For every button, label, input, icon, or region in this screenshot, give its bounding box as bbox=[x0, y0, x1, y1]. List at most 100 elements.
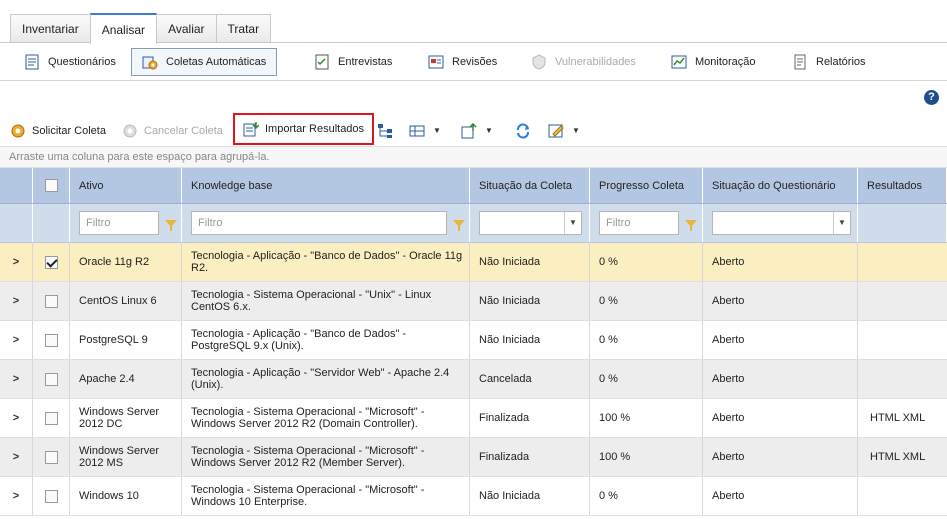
filter-input-ativo[interactable]: Filtro bbox=[79, 211, 159, 235]
import-results-label: Importar Resultados bbox=[265, 123, 365, 135]
expand-cell: > bbox=[0, 321, 33, 359]
cell-progresso: 0 % bbox=[590, 321, 703, 359]
subnav-entrevistas[interactable]: Entrevistas bbox=[314, 48, 392, 76]
cell-situacao-coleta: Cancelada bbox=[470, 360, 590, 398]
chevron-right-icon[interactable]: > bbox=[13, 412, 19, 424]
cell-situacao-coleta: Não Iniciada bbox=[470, 321, 590, 359]
help-icon[interactable]: ? bbox=[924, 90, 939, 105]
subnav-vulnerabilidades[interactable]: Vulnerabilidades bbox=[531, 48, 636, 76]
chevron-right-icon[interactable]: > bbox=[13, 334, 19, 346]
column-header-situacao-coleta[interactable]: Situação da Coleta bbox=[470, 168, 590, 203]
cell-knowledge-base: Tecnologia - Aplicação - "Banco de Dados… bbox=[182, 321, 470, 359]
columns-button[interactable]: ▼ bbox=[409, 117, 441, 144]
tab-analisar[interactable]: Analisar bbox=[89, 13, 158, 44]
refresh-button[interactable] bbox=[515, 117, 531, 144]
cell-resultados[interactable] bbox=[858, 477, 947, 515]
subnav-label: Relatórios bbox=[816, 56, 866, 68]
cell-resultados[interactable] bbox=[858, 321, 947, 359]
column-header-ativo[interactable]: Ativo bbox=[70, 168, 182, 203]
expand-cell: > bbox=[0, 282, 33, 320]
cell-resultados[interactable] bbox=[858, 282, 947, 320]
filter-icon[interactable] bbox=[685, 219, 697, 231]
expand-cell: > bbox=[0, 360, 33, 398]
row-checkbox[interactable] bbox=[44, 255, 58, 269]
report-icon bbox=[792, 54, 808, 70]
edit-button[interactable]: ▼ bbox=[548, 117, 580, 144]
table-row[interactable]: > CentOS Linux 6 Tecnologia - Sistema Oper… bbox=[0, 282, 947, 321]
export-button[interactable]: ▼ bbox=[461, 117, 493, 144]
filter-select-questionario[interactable]: ▼ bbox=[712, 211, 851, 235]
column-header-knowledge-base[interactable]: Knowledge base bbox=[182, 168, 470, 203]
cell-knowledge-base: Tecnologia - Aplicação - "Banco de Dados… bbox=[182, 243, 470, 281]
automatic-collection-icon bbox=[142, 54, 158, 70]
subnav-label: Entrevistas bbox=[338, 56, 393, 68]
expand-cell: > bbox=[0, 477, 33, 515]
column-header-resultados[interactable]: Resultados bbox=[858, 168, 947, 203]
subnav-coletas-automaticas[interactable]: Coletas Automáticas bbox=[131, 48, 278, 76]
review-icon bbox=[428, 54, 444, 70]
filter-input-progresso[interactable]: Filtro bbox=[599, 211, 679, 235]
table-row[interactable]: > Windows 10 Tecnologia - Sistema Operacio… bbox=[0, 477, 947, 516]
cell-resultados[interactable]: HTML XML bbox=[858, 399, 947, 437]
monitoring-icon bbox=[671, 54, 687, 70]
row-checkbox[interactable] bbox=[44, 411, 58, 425]
table-row[interactable]: > Oracle 11g R2 Tecnologia - Aplicação - "… bbox=[0, 243, 947, 282]
gear-icon bbox=[122, 123, 138, 139]
filter-spacer bbox=[0, 204, 33, 242]
subnav-monitoracao[interactable]: Monitoração bbox=[671, 48, 756, 76]
chevron-down-icon: ▼ bbox=[564, 212, 581, 234]
filter-input-kb[interactable]: Filtro bbox=[191, 211, 447, 235]
cancel-collection-button[interactable]: Cancelar Coleta bbox=[122, 117, 223, 144]
cell-progresso: 0 % bbox=[590, 243, 703, 281]
select-cell bbox=[33, 282, 70, 320]
tab-inventariar[interactable]: Inventariar bbox=[10, 14, 91, 43]
subnav-relatorios[interactable]: Relatórios bbox=[792, 48, 866, 76]
group-by-drop-area[interactable]: Arraste uma coluna para este espaço para… bbox=[0, 146, 947, 168]
sub-navigation: Questionários Coletas Automáticas Entrev… bbox=[0, 43, 947, 81]
chevron-right-icon[interactable]: > bbox=[13, 373, 19, 385]
import-results-button[interactable]: Importar Resultados bbox=[233, 113, 375, 145]
filter-icon[interactable] bbox=[453, 219, 465, 231]
filter-cell-progresso: Filtro bbox=[590, 204, 703, 242]
table-row[interactable]: > Apache 2.4 Tecnologia - Aplicação - "Ser… bbox=[0, 360, 947, 399]
table-row[interactable]: > Windows Server 2012 DC Tecnologia - Sist… bbox=[0, 399, 947, 438]
expand-header bbox=[0, 168, 33, 203]
chevron-right-icon[interactable]: > bbox=[13, 490, 19, 502]
table-row[interactable]: > PostgreSQL 9 Tecnologia - Aplicação - "B… bbox=[0, 321, 947, 360]
subnav-label: Revisões bbox=[452, 56, 498, 68]
row-checkbox[interactable] bbox=[44, 450, 58, 464]
filter-spacer bbox=[858, 204, 947, 242]
subnav-label: Monitoração bbox=[695, 56, 756, 68]
row-checkbox[interactable] bbox=[44, 294, 58, 308]
filter-select-situacao[interactable]: ▼ bbox=[479, 211, 582, 235]
cell-ativo: Oracle 11g R2 bbox=[70, 243, 182, 281]
cell-ativo: PostgreSQL 9 bbox=[70, 321, 182, 359]
chevron-right-icon[interactable]: > bbox=[13, 451, 19, 463]
chevron-down-icon: ▼ bbox=[572, 126, 580, 135]
column-header-situacao-questionario[interactable]: Situação do Questionário bbox=[703, 168, 858, 203]
cell-resultados[interactable]: HTML XML bbox=[858, 438, 947, 476]
cell-resultados[interactable] bbox=[858, 360, 947, 398]
column-header-progresso[interactable]: Progresso Coleta bbox=[590, 168, 703, 203]
refresh-icon bbox=[515, 122, 531, 139]
table-row[interactable]: > Windows Server 2012 MS Tecnologia - Sist… bbox=[0, 438, 947, 477]
subnav-questionarios[interactable]: Questionários bbox=[24, 48, 116, 76]
hierarchy-button[interactable] bbox=[377, 117, 393, 144]
row-checkbox[interactable] bbox=[44, 333, 58, 347]
chevron-right-icon[interactable]: > bbox=[13, 295, 19, 307]
tab-tratar[interactable]: Tratar bbox=[215, 14, 272, 43]
filter-icon[interactable] bbox=[165, 219, 177, 231]
chevron-right-icon[interactable]: > bbox=[13, 256, 19, 268]
row-checkbox[interactable] bbox=[44, 372, 58, 386]
import-icon bbox=[243, 121, 260, 137]
select-all-checkbox[interactable] bbox=[44, 179, 58, 192]
cell-resultados[interactable] bbox=[858, 243, 947, 281]
subnav-revisoes[interactable]: Revisões bbox=[428, 48, 497, 76]
row-checkbox[interactable] bbox=[44, 489, 58, 503]
filter-cell-ativo: Filtro bbox=[70, 204, 182, 242]
main-tabs: Inventariar Analisar Avaliar Tratar bbox=[10, 13, 272, 44]
request-collection-button[interactable]: Solicitar Coleta bbox=[10, 117, 106, 144]
cell-situacao-questionario: Aberto bbox=[703, 477, 858, 515]
filter-cell-situacao: ▼ bbox=[470, 204, 590, 242]
tab-avaliar[interactable]: Avaliar bbox=[156, 14, 217, 43]
